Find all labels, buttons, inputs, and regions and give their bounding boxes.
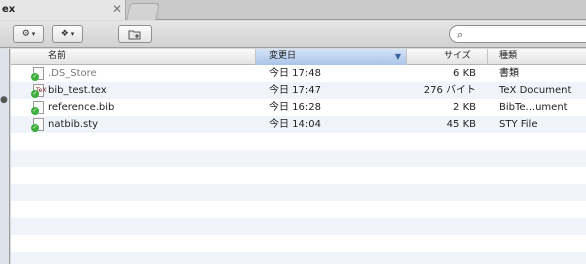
dropbox-button[interactable]: ❖ ▾ xyxy=(52,25,83,43)
tab-bar: ex ✕ xyxy=(0,0,586,20)
column-header-name[interactable]: 名前 xyxy=(11,49,256,65)
tab-title: ex xyxy=(2,4,16,15)
empty-row xyxy=(11,167,586,184)
column-header-size[interactable]: サイズ xyxy=(407,49,488,65)
chevron-down-icon: ▾ xyxy=(31,30,36,38)
column-header-kind[interactable]: 種類 xyxy=(488,49,586,65)
empty-row xyxy=(11,133,586,150)
column-header-row: 名前 変更日 ▼ サイズ 種類 xyxy=(11,49,586,65)
chevron-down-icon: ▾ xyxy=(70,30,75,38)
file-kind: STY File xyxy=(499,119,538,130)
file-date: 今日 16:28 xyxy=(269,102,321,113)
file-size: 45 KB xyxy=(446,119,476,130)
file-rows: ✓ .DS_Store 今日 17:48 6 KB 書類 TeX ✓ bib_te… xyxy=(11,65,586,264)
file-date: 今日 17:48 xyxy=(269,68,321,79)
table-row[interactable]: ✓ reference.bib 今日 16:28 2 KB BibTe...um… xyxy=(11,99,586,116)
empty-row xyxy=(11,218,586,235)
file-size: 2 KB xyxy=(453,102,476,113)
new-tab-button[interactable] xyxy=(126,3,160,20)
file-kind: BibTe...ument xyxy=(499,102,568,113)
table-row[interactable]: ✓ .DS_Store 今日 17:48 6 KB 書類 xyxy=(11,65,586,82)
file-size: 6 KB xyxy=(453,68,476,79)
empty-row xyxy=(11,150,586,167)
sync-check-icon: ✓ xyxy=(31,124,39,132)
file-name: reference.bib xyxy=(48,102,115,113)
document-icon: ✓ xyxy=(31,101,44,115)
file-name: natbib.sty xyxy=(48,119,99,130)
file-name: .DS_Store xyxy=(48,68,97,79)
search-input[interactable] xyxy=(470,27,580,41)
document-icon: ✓ xyxy=(31,67,44,81)
empty-row xyxy=(11,252,586,264)
file-kind: 書類 xyxy=(499,68,519,79)
file-date: 今日 14:04 xyxy=(269,119,321,130)
table-row[interactable]: ✓ natbib.sty 今日 14:04 45 KB STY File xyxy=(11,116,586,133)
file-size: 276 バイト xyxy=(423,85,476,96)
empty-row xyxy=(11,201,586,218)
sidebar-item-icon[interactable]: ● xyxy=(0,95,8,105)
empty-row xyxy=(11,235,586,252)
empty-row xyxy=(11,184,586,201)
toolbar: ⚙ ▾ ❖ ▾ ⌕ xyxy=(0,21,586,48)
file-list: 名前 変更日 ▼ サイズ 種類 ✓ .DS_Store 今日 17:48 6 K… xyxy=(11,49,586,264)
sync-check-icon: ✓ xyxy=(31,90,39,98)
file-date: 今日 17:47 xyxy=(269,85,321,96)
close-tab-icon[interactable]: ✕ xyxy=(112,3,122,15)
sort-descending-icon: ▼ xyxy=(394,52,401,61)
tex-document-icon: TeX ✓ xyxy=(31,84,46,98)
sync-check-icon: ✓ xyxy=(31,73,39,81)
document-icon: ✓ xyxy=(31,118,44,132)
file-name: bib_test.tex xyxy=(48,85,107,96)
search-icon: ⌕ xyxy=(457,28,464,41)
gear-icon: ⚙ xyxy=(21,29,30,39)
file-kind: TeX Document xyxy=(499,85,572,96)
sync-check-icon: ✓ xyxy=(31,107,39,115)
search-field[interactable]: ⌕ xyxy=(449,25,586,43)
column-header-date[interactable]: 変更日 ▼ xyxy=(256,49,407,65)
column-header-date-label: 変更日 xyxy=(269,51,297,61)
tab-current[interactable]: ex ✕ xyxy=(0,0,126,20)
sidebar: ● xyxy=(0,49,10,264)
new-folder-icon xyxy=(128,30,141,39)
action-button[interactable]: ⚙ ▾ xyxy=(13,25,44,43)
dropbox-icon: ❖ xyxy=(60,29,69,39)
new-folder-button[interactable] xyxy=(118,25,152,43)
table-row[interactable]: TeX ✓ bib_test.tex 今日 17:47 276 バイト TeX D… xyxy=(11,82,586,99)
